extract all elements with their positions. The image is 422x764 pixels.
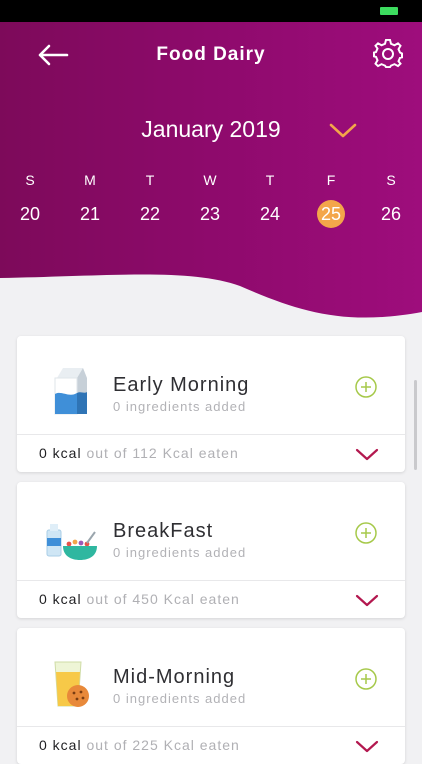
day-of-week: F [326, 172, 336, 188]
day-number: 23 [199, 204, 221, 224]
page-title: Food Dairy [156, 44, 266, 65]
meal-card-mid-morning[interactable]: Mid-Morning 0 ingredients added 0 kcal o… [17, 628, 405, 764]
chevron-down-icon[interactable] [355, 594, 379, 608]
kcal-eaten: 0 kcal [39, 591, 82, 607]
day-number: 25 [317, 200, 345, 228]
kcal-summary: 0 kcal out of 112 Kcal eaten [39, 445, 239, 461]
add-circle-icon[interactable] [355, 522, 377, 544]
meal-title: Early Morning [113, 374, 250, 396]
calendar-day[interactable]: S 26 [371, 172, 411, 228]
week-strip: S 20 M 21 T 22 W 23 T 24 F 25 S 26 [0, 172, 422, 232]
calendar-day[interactable]: M 21 [70, 172, 110, 228]
chevron-down-icon[interactable] [328, 122, 358, 140]
add-circle-icon[interactable] [355, 668, 377, 690]
month-label[interactable]: January 2019 [0, 116, 422, 143]
kcal-target: out of 225 Kcal eaten [86, 737, 240, 753]
kcal-eaten: 0 kcal [39, 737, 82, 753]
scrollbar[interactable] [414, 380, 417, 470]
day-number: 24 [259, 204, 281, 224]
day-of-week: T [265, 172, 275, 188]
day-number: 22 [139, 204, 161, 224]
kcal-target: out of 450 Kcal eaten [86, 591, 240, 607]
milk-carton-icon [54, 368, 87, 415]
calendar-day[interactable]: T 22 [130, 172, 170, 228]
chevron-down-icon[interactable] [355, 740, 379, 754]
day-of-week: S [386, 172, 396, 188]
header-wave [0, 274, 422, 332]
meal-title: BreakFast [113, 520, 214, 542]
kcal-summary: 0 kcal out of 450 Kcal eaten [39, 591, 240, 607]
card-divider [17, 726, 405, 727]
gear-icon[interactable] [372, 38, 404, 70]
day-of-week: S [25, 172, 35, 188]
add-circle-icon[interactable] [355, 376, 377, 398]
meal-title: Mid-Morning [113, 666, 236, 688]
chevron-down-icon[interactable] [355, 448, 379, 462]
day-of-week: M [84, 172, 96, 188]
meal-card-breakfast[interactable]: BreakFast 0 ingredients added 0 kcal out… [17, 482, 405, 618]
ingredients-count: 0 ingredients added [113, 399, 247, 414]
battery-icon [380, 7, 398, 15]
kcal-eaten: 0 kcal [39, 445, 82, 461]
ingredients-count: 0 ingredients added [113, 691, 247, 706]
ingredients-count: 0 ingredients added [113, 545, 247, 560]
calendar-day-selected[interactable]: F 25 [311, 172, 351, 228]
day-number: 26 [380, 204, 402, 224]
card-divider [17, 434, 405, 435]
status-bar [0, 0, 422, 22]
meal-card-early-morning[interactable]: Early Morning 0 ingredients added 0 kcal… [17, 336, 405, 472]
day-of-week: T [145, 172, 155, 188]
day-of-week: W [203, 172, 217, 188]
kcal-summary: 0 kcal out of 225 Kcal eaten [39, 737, 240, 753]
calendar-day[interactable]: W 23 [190, 172, 230, 228]
juice-cookie-icon [54, 661, 89, 707]
kcal-target: out of 112 Kcal eaten [86, 445, 239, 461]
card-divider [17, 580, 405, 581]
calendar-day[interactable]: T 24 [250, 172, 290, 228]
cereal-bowl-icon [46, 524, 97, 560]
day-number: 21 [79, 204, 101, 224]
day-number: 20 [19, 204, 41, 224]
calendar-day[interactable]: S 20 [10, 172, 50, 228]
header: Food Dairy January 2019 S 20 M 21 T 22 W… [0, 22, 422, 332]
